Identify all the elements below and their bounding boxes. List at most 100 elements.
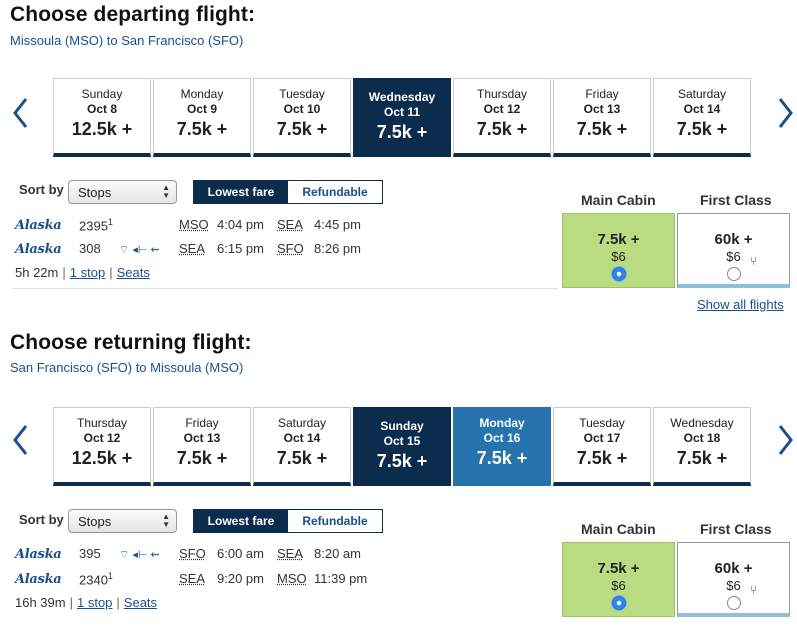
arrival-time: 8:26 pm [314,241,361,256]
flight-number: 23401 [79,571,113,588]
select-caret-icon: ▲ ▼ [162,512,170,529]
destination-airport[interactable]: SEA [277,546,303,561]
date-card[interactable]: Thursday Oct 12 7.5k + [453,78,551,157]
date-card[interactable]: Saturday Oct 14 7.5k + [253,407,351,486]
date-card[interactable]: Saturday Oct 14 7.5k + [653,78,751,157]
prev-dates-button[interactable] [12,423,32,457]
main-cabin-fare[interactable]: 7.5k + $6 [562,542,675,617]
chevron-right-icon [778,98,793,128]
first-class-fare[interactable]: 60k + $6 ⑂ [677,542,790,617]
stops-link[interactable]: 1 stop [77,595,112,610]
date-card[interactable]: Friday Oct 13 7.5k + [153,407,251,486]
lowest-fare-tab[interactable]: Lowest fare [194,181,288,203]
fare-radio[interactable] [611,267,626,281]
date-day: Monday [180,87,224,101]
departure-time: 4:04 pm [217,217,264,232]
fare-type-toggle: Lowest fare Refundable [193,180,383,204]
lowest-fare-tab[interactable]: Lowest fare [194,510,288,532]
date-date: Oct 18 [683,431,721,445]
usb-icon: ⇜ [150,549,160,561]
date-date: Oct 10 [283,102,321,116]
date-day: Thursday [476,87,528,101]
refundable-tab[interactable]: Refundable [288,510,382,532]
usb-icon: ⇜ [150,244,160,256]
first-class-header: First Class [700,192,772,208]
airline-logo: Alaska [15,572,62,587]
origin-airport[interactable]: SFO [179,546,206,561]
date-date: Oct 9 [186,102,217,116]
chevron-left-icon [13,425,28,455]
date-day: Thursday [76,416,128,430]
date-card[interactable]: Tuesday Oct 10 7.5k + [253,78,351,157]
date-card-selected[interactable]: Wednesday Oct 11 7.5k + [353,78,451,157]
date-card[interactable]: Sunday Oct 8 12.5k + [53,78,151,157]
main-cabin-header: Main Cabin [581,521,656,537]
main-cabin-fare[interactable]: 7.5k + $6 [562,213,675,288]
flight-leg-row: Alaska 23951 MSO 4:04 pm SEA 4:45 pm [15,217,555,237]
date-card[interactable]: Thursday Oct 12 12.5k + [53,407,151,486]
next-dates-button[interactable] [776,423,796,457]
fare-usd: $6 [611,249,626,264]
flight-number: 395 [79,546,101,561]
departure-time: 6:00 am [217,546,264,561]
date-day: Sunday [81,87,123,101]
flight-leg-row: Alaska 395 ⌔ ◂⊢ ⇜ SFO 6:00 am SEA 8:20 a… [15,546,555,566]
fare-radio[interactable] [726,596,741,610]
seats-link[interactable]: Seats [124,595,157,610]
stops-link[interactable]: 1 stop [70,265,105,280]
date-card[interactable]: Friday Oct 13 7.5k + [553,78,651,157]
returning-section: Choose returning flight: San Francisco (… [0,329,797,628]
date-date: Oct 8 [86,102,117,116]
first-class-header: First Class [700,521,772,537]
destination-airport[interactable]: SFO [277,241,304,256]
date-points: 12.5k + [71,448,133,468]
fare-points: 7.5k + [597,231,640,248]
date-points: 7.5k + [476,119,528,139]
origin-airport[interactable]: SEA [179,571,205,586]
trip-duration: 16h 39m [15,595,66,610]
date-card[interactable]: Tuesday Oct 17 7.5k + [553,407,651,486]
sort-select[interactable]: Stops ▲ ▼ [68,509,177,533]
date-day: Wednesday [670,416,734,430]
origin-airport[interactable]: SEA [179,241,205,256]
sort-select-value: Stops [78,514,112,529]
date-points: 7.5k + [676,448,728,468]
chevron-right-icon [778,425,793,455]
refundable-tab[interactable]: Refundable [288,181,382,203]
date-points: 12.5k + [71,119,133,139]
fare-radio[interactable] [726,267,741,281]
destination-airport[interactable]: MSO [277,571,307,586]
seats-link[interactable]: Seats [117,265,150,280]
sort-select[interactable]: Stops ▲ ▼ [68,180,177,204]
first-class-fare[interactable]: 60k + $6 ⑂ [677,213,790,288]
date-card-selected[interactable]: Sunday Oct 15 7.5k + [353,407,451,486]
departing-route: Missoula (MSO) to San Francisco (SFO) [10,33,244,48]
destination-airport[interactable]: SEA [277,217,303,232]
prev-dates-button[interactable] [12,96,32,130]
wifi-icon: ⌔ [119,244,130,256]
chevron-left-icon [13,98,28,128]
returning-title: Choose returning flight: [10,331,252,354]
fare-usd: $6 [726,578,741,593]
origin-airport[interactable]: MSO [179,217,209,232]
fare-points: 60k + [714,231,753,248]
power-icon: ◂⊢ [132,549,148,561]
date-day: Monday [479,416,525,430]
date-date: Oct 16 [483,431,521,445]
date-date: Oct 13 [583,102,621,116]
date-card[interactable]: Wednesday Oct 18 7.5k + [653,407,751,486]
departure-time: 9:20 pm [217,571,264,586]
date-day: Friday [585,87,619,101]
show-all-flights-link[interactable]: Show all flights [697,297,784,312]
power-icon: ◂⊢ [132,244,148,256]
airline-logo: Alaska [15,242,62,257]
next-dates-button[interactable] [776,96,796,130]
date-date: Oct 17 [583,431,621,445]
date-card-hover[interactable]: Monday Oct 16 7.5k + [453,407,551,486]
wifi-icon: ⌔ [119,549,130,561]
date-card[interactable]: Monday Oct 9 7.5k + [153,78,251,157]
date-date: Oct 13 [183,431,221,445]
date-points: 7.5k + [276,448,328,468]
date-date: Oct 14 [283,431,321,445]
fare-radio[interactable] [611,596,626,610]
